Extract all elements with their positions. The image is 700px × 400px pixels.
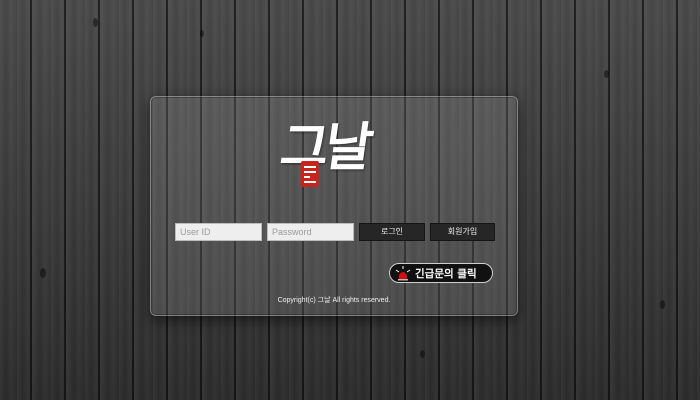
wood-knot <box>93 18 98 27</box>
emergency-inquiry-button[interactable]: 긴급문의 클릭 <box>389 263 493 283</box>
wood-knot <box>604 70 609 78</box>
siren-icon <box>395 266 411 281</box>
copyright-text: Copyright(c) 그날 All rights reserved. <box>277 297 391 304</box>
wood-knot <box>420 350 425 358</box>
signup-button[interactable]: 회원가입 <box>430 223 495 241</box>
user-id-input[interactable] <box>175 223 262 241</box>
wood-knot <box>660 300 665 309</box>
emergency-label: 긴급문의 클릭 <box>415 268 477 280</box>
login-button[interactable]: 로그인 <box>359 223 425 241</box>
logo: 그날 <box>277 113 391 193</box>
wood-knot <box>40 268 46 278</box>
login-panel: 그날 로그인 회원가입 긴급문의 클릭 Copyright(c) 그날 All … <box>150 96 518 316</box>
red-seal-stamp <box>301 161 319 187</box>
logo-text: 그날 <box>276 117 374 178</box>
wood-knot <box>200 30 204 37</box>
password-input[interactable] <box>267 223 354 241</box>
